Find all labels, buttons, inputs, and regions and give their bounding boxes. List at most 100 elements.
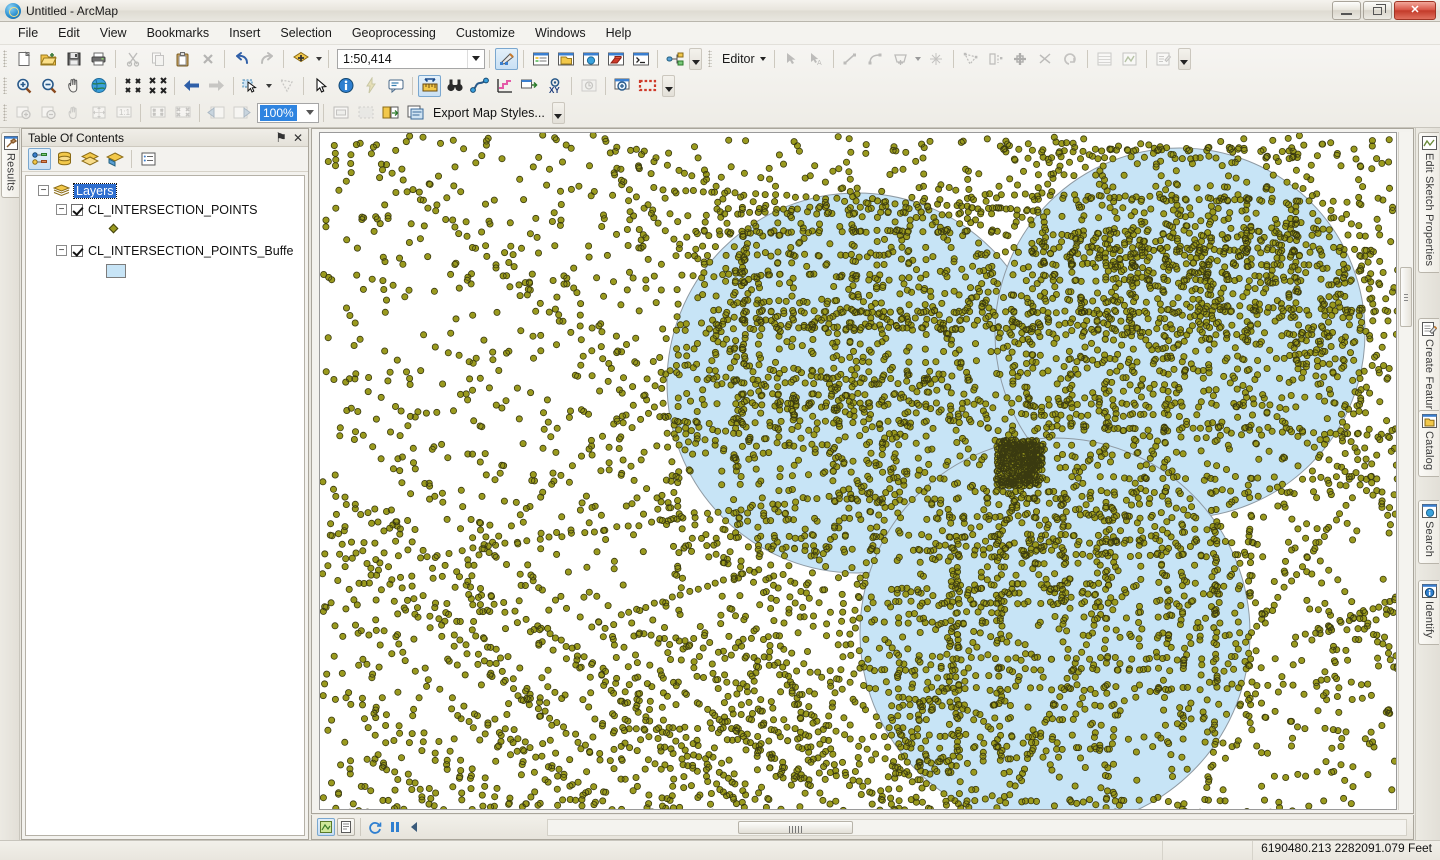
go-to-xy-icon[interactable]: XY: [543, 75, 566, 97]
html-popup-icon[interactable]: [384, 75, 407, 97]
toc-layer-label[interactable]: CL_INTERSECTION_POINTS_Buffe: [88, 244, 293, 258]
menu-edit[interactable]: Edit: [48, 23, 90, 43]
search-icon[interactable]: [579, 48, 602, 70]
identify-info-icon[interactable]: [334, 75, 357, 97]
map-graphics[interactable]: [320, 133, 1397, 810]
layout-toolbar-overflow-button[interactable]: [551, 101, 565, 124]
data-view-button[interactable]: [317, 818, 335, 836]
layout-zoom-combo[interactable]: 100%: [257, 102, 319, 123]
undo-arrow-icon[interactable]: [230, 48, 253, 70]
find-route-icon[interactable]: [468, 75, 491, 97]
menu-help[interactable]: Help: [596, 23, 642, 43]
list-by-source-icon[interactable]: [53, 148, 76, 170]
refresh-view-button[interactable]: [366, 818, 384, 836]
open-folder-icon[interactable]: [37, 48, 60, 70]
list-by-visibility-icon[interactable]: [78, 148, 101, 170]
swipe-icon[interactable]: [636, 75, 659, 97]
viewer-window-icon[interactable]: [611, 75, 634, 97]
full-extent-globe-icon[interactable]: [87, 75, 110, 97]
menu-geoprocessing[interactable]: Geoprocessing: [342, 23, 446, 43]
layout-toolbar-grip[interactable]: [3, 104, 7, 121]
menu-view[interactable]: View: [90, 23, 137, 43]
toc-layer-row[interactable]: − CL_INTERSECTION_POINTS: [26, 200, 304, 219]
pan-hand-icon[interactable]: [62, 75, 85, 97]
toc-tree[interactable]: − Layers − CL_INTERSECTION_POINTS − CL_I…: [25, 175, 305, 836]
scroll-left-button[interactable]: [406, 818, 424, 836]
chevron-down-icon[interactable]: [302, 104, 318, 122]
dock-tab-identify[interactable]: Identify: [1418, 580, 1439, 646]
tools-toolbar-grip[interactable]: [3, 77, 7, 94]
expander-icon[interactable]: −: [56, 245, 67, 256]
chevron-down-icon[interactable]: [467, 49, 484, 68]
time-slider-icon[interactable]: [493, 75, 516, 97]
menu-file[interactable]: File: [8, 23, 48, 43]
restore-button[interactable]: [1363, 1, 1392, 20]
print-icon[interactable]: [87, 48, 110, 70]
layout-view-button[interactable]: [337, 818, 355, 836]
add-data-icon[interactable]: [289, 48, 312, 70]
python-window-icon[interactable]: [629, 48, 652, 70]
dock-tab-catalog[interactable]: Catalog: [1418, 410, 1439, 478]
table-of-contents-icon[interactable]: [529, 48, 552, 70]
list-by-selection-icon[interactable]: [103, 148, 126, 170]
close-button[interactable]: ✕: [1394, 1, 1436, 20]
menu-windows[interactable]: Windows: [525, 23, 596, 43]
minimize-button[interactable]: [1332, 1, 1361, 20]
find-binoculars-icon[interactable]: [443, 75, 466, 97]
toc-layer-row[interactable]: − CL_INTERSECTION_POINTS_Buffe: [26, 241, 304, 260]
map-scale-combo[interactable]: 1:50,414: [337, 48, 485, 69]
save-icon[interactable]: [62, 48, 85, 70]
point-symbol-icon[interactable]: [108, 223, 119, 233]
list-by-drawing-order-icon[interactable]: [28, 148, 51, 170]
editor-toolbar-icon[interactable]: [495, 47, 518, 70]
data-driven-pages-icon[interactable]: [404, 102, 427, 124]
options-list-icon[interactable]: [137, 148, 160, 170]
add-data-dropdown-arrow-icon[interactable]: [313, 48, 324, 70]
pause-drawing-button[interactable]: [386, 818, 404, 836]
map-horizontal-scrollbar[interactable]: [547, 818, 1407, 836]
select-features-dropdown-arrow-icon[interactable]: [263, 75, 274, 97]
dock-tab-results[interactable]: Results: [1, 132, 19, 199]
paste-icon[interactable]: [171, 48, 194, 70]
fixed-zoom-out-icon[interactable]: [146, 75, 169, 97]
dock-tab-edit-sketch-properties[interactable]: Edit Sketch Properties: [1418, 132, 1439, 274]
select-features-icon[interactable]: [239, 75, 262, 97]
modelbuilder-icon[interactable]: [663, 48, 686, 70]
pin-icon[interactable]: ⚑: [275, 130, 287, 146]
export-map-styles-label[interactable]: Export Map Styles...: [428, 106, 550, 120]
close-icon[interactable]: ✕: [293, 131, 303, 145]
create-viewer-window-icon[interactable]: [518, 75, 541, 97]
tools-toolbar-overflow-button[interactable]: [662, 74, 675, 97]
fixed-zoom-in-icon[interactable]: [121, 75, 144, 97]
zoom-in-icon[interactable]: [12, 75, 35, 97]
scrollbar-thumb[interactable]: [1400, 267, 1412, 327]
select-elements-arrow-icon[interactable]: [309, 75, 332, 97]
editor-toolbar-overflow-button[interactable]: [1177, 47, 1191, 70]
toc-root-row[interactable]: − Layers: [26, 181, 304, 200]
expander-icon[interactable]: −: [38, 185, 49, 196]
menu-insert[interactable]: Insert: [219, 23, 270, 43]
new-document-icon[interactable]: [12, 48, 35, 70]
dock-tab-search[interactable]: Search: [1418, 500, 1439, 565]
scrollbar-thumb[interactable]: [738, 820, 853, 834]
polygon-symbol-icon[interactable]: [106, 264, 126, 278]
toc-layer-label[interactable]: CL_INTERSECTION_POINTS: [88, 203, 257, 217]
toolbar-grip[interactable]: [3, 50, 7, 67]
menu-customize[interactable]: Customize: [446, 23, 525, 43]
toolbar-overflow-button[interactable]: [689, 47, 702, 70]
menu-bookmarks[interactable]: Bookmarks: [137, 23, 220, 43]
map-vertical-scrollbar[interactable]: [1398, 132, 1413, 810]
change-layout-icon[interactable]: [379, 102, 402, 124]
editor-menu-button[interactable]: Editor: [716, 48, 770, 70]
layer-visibility-checkbox[interactable]: [71, 244, 83, 257]
catalog-icon[interactable]: [554, 48, 577, 70]
toc-root-label[interactable]: Layers: [73, 182, 117, 199]
back-extent-arrow-icon[interactable]: [180, 75, 203, 97]
expander-icon[interactable]: −: [56, 204, 67, 215]
menu-selection[interactable]: Selection: [270, 23, 341, 43]
arctoolbox-icon[interactable]: [604, 48, 627, 70]
layer-visibility-checkbox[interactable]: [71, 203, 83, 216]
zoom-out-icon[interactable]: [37, 75, 60, 97]
editor-toolbar-grip[interactable]: [708, 50, 712, 67]
measure-ruler-icon[interactable]: [418, 74, 441, 97]
